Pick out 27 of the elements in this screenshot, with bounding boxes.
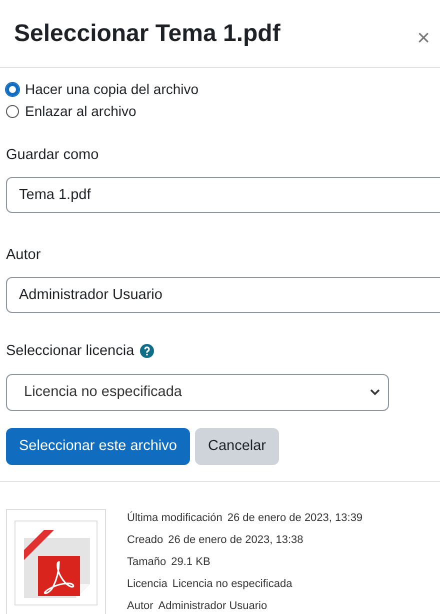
pdf-file-icon bbox=[14, 520, 98, 606]
detail-label: Última modificación bbox=[127, 510, 222, 526]
input-field[interactable]: Tema 1.pdf bbox=[6, 176, 440, 213]
field-label: Seleccionar licencia bbox=[6, 342, 134, 360]
cancel-button[interactable]: Cancelar bbox=[194, 428, 280, 466]
detail-value: 29.1 KB bbox=[171, 555, 210, 570]
chevron-down-icon bbox=[370, 389, 380, 396]
detail-value: 26 de enero de 2023, 13:38 bbox=[168, 533, 304, 548]
input-field[interactable]: Administrador Usuario bbox=[6, 276, 440, 312]
help-icon[interactable] bbox=[140, 344, 154, 358]
detail-value: 26 de enero de 2023, 13:39 bbox=[227, 511, 363, 526]
field-label: Guardar como bbox=[6, 146, 100, 165]
radio-button[interactable] bbox=[6, 104, 19, 118]
detail-label: Autor bbox=[127, 599, 154, 614]
detail-value: Administrador Usuario bbox=[158, 599, 268, 614]
close-button[interactable]: × bbox=[413, 21, 434, 54]
dialog-title: Seleccionar Tema 1.pdf bbox=[14, 18, 280, 48]
radio-label: Hacer una copia del archivo bbox=[25, 80, 199, 99]
radio-button[interactable] bbox=[6, 82, 19, 96]
select-file-button[interactable]: Seleccionar este archivo bbox=[6, 428, 190, 466]
detail-label: Licencia bbox=[127, 577, 168, 592]
license-select[interactable]: Licencia no especificada bbox=[6, 374, 389, 412]
detail-label: Creado bbox=[127, 533, 164, 548]
field-label: Autor bbox=[6, 246, 42, 265]
detail-label: Tamaño bbox=[127, 555, 166, 570]
radio-label: Enlazar al archivo bbox=[25, 102, 136, 120]
detail-value: Licencia no especificada bbox=[172, 577, 292, 592]
